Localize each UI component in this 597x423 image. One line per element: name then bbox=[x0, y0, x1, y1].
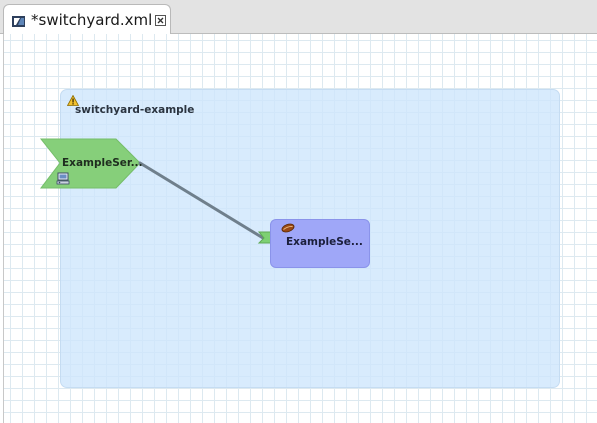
wire-connection[interactable] bbox=[138, 161, 265, 240]
binding-icon[interactable] bbox=[56, 172, 70, 185]
diagram-shapes bbox=[39, 138, 279, 244]
component-label: ExampleSe... bbox=[286, 236, 363, 248]
bean-icon bbox=[281, 223, 295, 233]
composite-service-label: ExampleSer... bbox=[62, 157, 143, 169]
